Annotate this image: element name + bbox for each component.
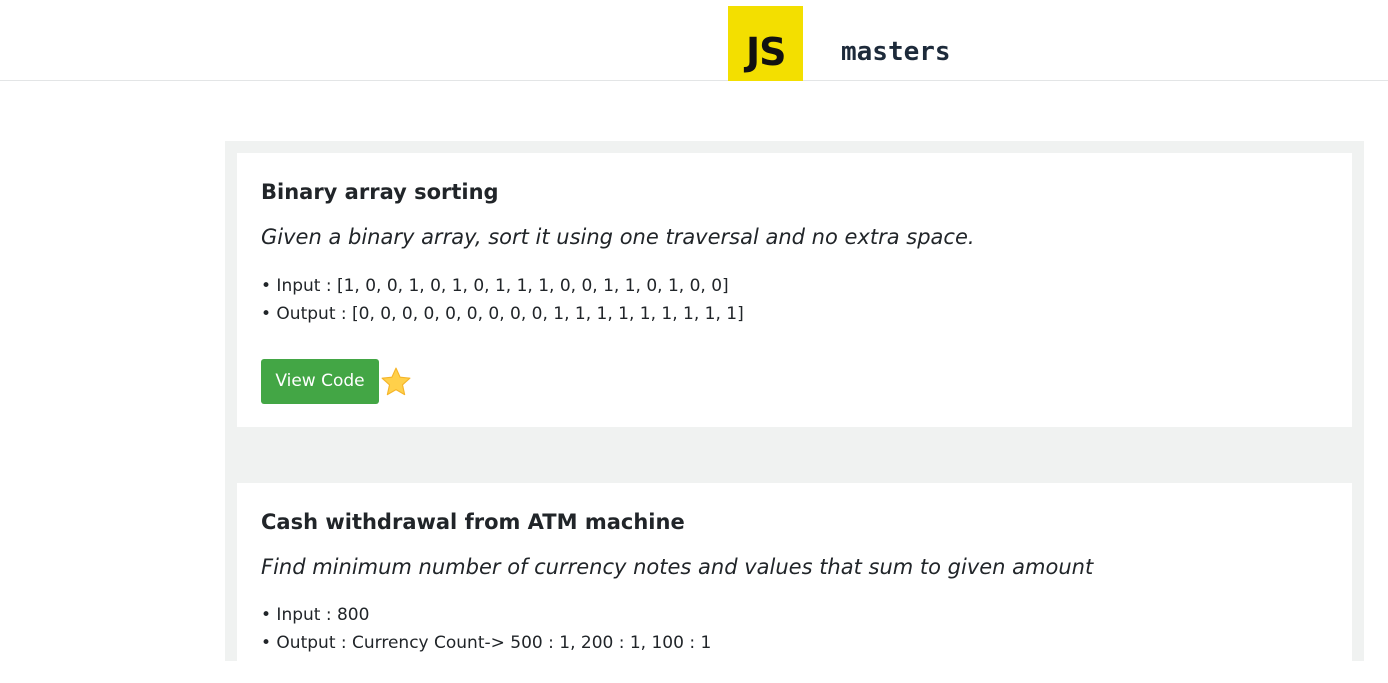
problem-output: • Output : Currency Count-> 500 : 1, 200… bbox=[261, 633, 712, 653]
problem-input: • Input : [1, 0, 0, 1, 0, 1, 0, 1, 1, 1,… bbox=[261, 276, 729, 296]
problem-description: Find minimum number of currency notes an… bbox=[261, 555, 1094, 579]
problem-input: • Input : 800 bbox=[261, 605, 370, 625]
problem-feed: Binary array sorting Given a binary arra… bbox=[225, 141, 1364, 683]
problem-card: Binary array sorting Given a binary arra… bbox=[237, 153, 1352, 427]
view-code-button[interactable]: View Code bbox=[261, 359, 379, 404]
js-logo[interactable]: JS bbox=[728, 6, 803, 81]
problem-title: Cash withdrawal from ATM machine bbox=[261, 510, 685, 534]
problem-title: Binary array sorting bbox=[261, 180, 499, 204]
star-icon[interactable] bbox=[379, 365, 413, 399]
problem-output: • Output : [0, 0, 0, 0, 0, 0, 0, 0, 0, 1… bbox=[261, 304, 744, 324]
problem-card: Cash withdrawal from ATM machine Find mi… bbox=[237, 483, 1352, 683]
top-navbar: JS masters bbox=[0, 0, 1388, 81]
brand-name[interactable]: masters bbox=[841, 36, 951, 68]
problem-description: Given a binary array, sort it using one … bbox=[261, 225, 975, 249]
js-logo-text: JS bbox=[746, 30, 787, 74]
